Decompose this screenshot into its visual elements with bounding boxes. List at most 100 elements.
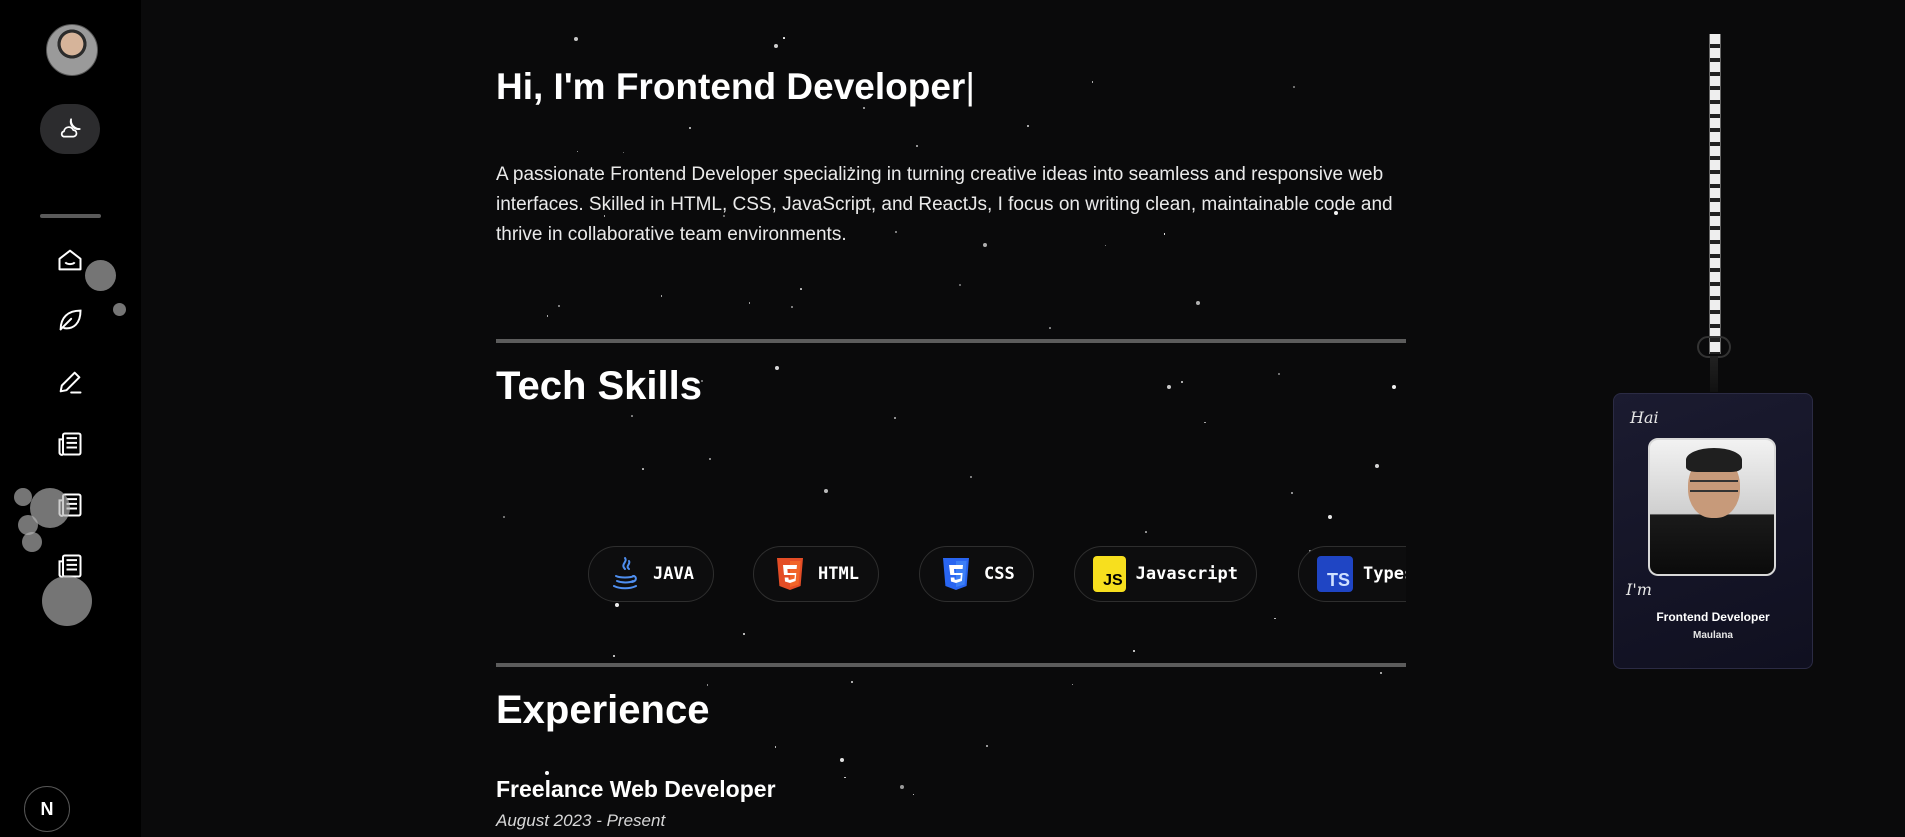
job-period: August 2023 - Present: [496, 811, 666, 830]
star: [1379, 671, 1382, 674]
sidebar: N: [0, 0, 141, 837]
star: [774, 365, 779, 370]
card-role: Frontend Developer: [1656, 610, 1770, 624]
skill-javascript[interactable]: JS Javascript: [1074, 546, 1257, 602]
star: [1145, 531, 1147, 533]
skill-label: Types: [1363, 564, 1406, 584]
id-card[interactable]: Hai I'm Frontend Developer Maulana: [1613, 393, 1813, 669]
job-title: Freelance Web Developer: [496, 776, 776, 802]
card-intro: I'm: [1626, 580, 1652, 599]
skill-typescript[interactable]: TS Types: [1298, 546, 1406, 602]
star: [791, 305, 794, 308]
star: [823, 488, 828, 493]
star: [1391, 385, 1396, 389]
star: [1290, 491, 1293, 494]
card-name: Maulana: [1692, 630, 1733, 641]
star: [743, 633, 746, 636]
decorative-bubble: [113, 303, 126, 316]
star: [546, 315, 549, 317]
typing-caret: |: [965, 66, 975, 107]
star: [1274, 617, 1276, 620]
star: [800, 288, 802, 290]
skills-carousel: JAVA HTML CSS JS Javascript TS Type: [496, 546, 1406, 608]
star: [774, 746, 777, 748]
star: [1195, 301, 1200, 306]
star: [545, 771, 550, 776]
theme-toggle-button[interactable]: [40, 104, 100, 154]
card-photo: [1648, 438, 1776, 576]
pen-icon: [59, 371, 82, 394]
star: [985, 744, 988, 747]
star: [958, 284, 961, 287]
star: [1071, 683, 1074, 686]
decorative-bubble: [22, 532, 42, 552]
decorative-bubble: [14, 488, 32, 506]
newspaper-icon: [58, 432, 82, 456]
java-icon: [607, 556, 643, 592]
home-icon: [58, 249, 82, 271]
moon-cloud-icon: [60, 118, 81, 138]
star: [689, 127, 692, 130]
star: [660, 295, 663, 297]
typescript-icon: TS: [1317, 556, 1353, 592]
skill-java[interactable]: JAVA: [588, 546, 714, 602]
skill-html[interactable]: HTML: [753, 546, 879, 602]
star: [1167, 384, 1172, 389]
star: [969, 475, 972, 478]
star: [1049, 327, 1051, 329]
star: [748, 302, 750, 304]
star: [851, 680, 854, 683]
javascript-icon: JS: [1093, 556, 1126, 592]
star: [557, 304, 560, 307]
sidebar-divider: [40, 214, 101, 218]
star: [612, 654, 615, 657]
css3-icon: [938, 556, 974, 592]
lanyard-strap: [1709, 34, 1721, 354]
star: [912, 793, 915, 796]
nextjs-badge[interactable]: N: [24, 786, 70, 832]
lanyard-clip: [1697, 336, 1731, 358]
skills-title: Tech Skills: [496, 364, 703, 408]
star: [1277, 372, 1280, 375]
leaf-icon: [59, 309, 82, 331]
star: [916, 145, 919, 148]
decorative-bubble: [85, 260, 116, 291]
card-greeting: Hai: [1630, 408, 1659, 427]
section-divider: [496, 339, 1406, 343]
star: [503, 515, 506, 518]
star: [1026, 125, 1029, 128]
star: [894, 416, 897, 419]
star: [1375, 463, 1380, 468]
skill-label: HTML: [818, 564, 859, 584]
nav-projects[interactable]: [56, 306, 84, 334]
html5-icon: [772, 556, 808, 592]
nav-home[interactable]: [56, 246, 84, 274]
nav-articles[interactable]: [56, 430, 84, 458]
star: [844, 776, 846, 779]
nextjs-logo-icon: N: [40, 798, 54, 819]
star: [631, 415, 633, 417]
avatar[interactable]: [46, 24, 98, 76]
star: [1180, 381, 1183, 384]
star: [1091, 81, 1094, 83]
hero-description: A passionate Frontend Developer speciali…: [496, 164, 1393, 245]
lanyard-cord: [1710, 356, 1718, 392]
section-divider: [496, 663, 1406, 667]
skill-label: JAVA: [653, 564, 694, 584]
nav-blog[interactable]: [56, 368, 84, 396]
star: [706, 684, 709, 686]
skill-css[interactable]: CSS: [919, 546, 1034, 602]
star: [576, 150, 579, 152]
star: [622, 151, 625, 154]
experience-title: Experience: [496, 688, 710, 732]
hero-title: Hi, I'm Frontend Developer|: [496, 66, 975, 108]
star: [1132, 649, 1135, 652]
star: [642, 468, 644, 470]
star: [899, 784, 904, 789]
star: [709, 457, 712, 460]
skill-label: Javascript: [1135, 564, 1238, 584]
decorative-bubble: [42, 576, 92, 626]
star: [773, 43, 778, 48]
star: [573, 36, 578, 41]
star: [783, 37, 785, 39]
